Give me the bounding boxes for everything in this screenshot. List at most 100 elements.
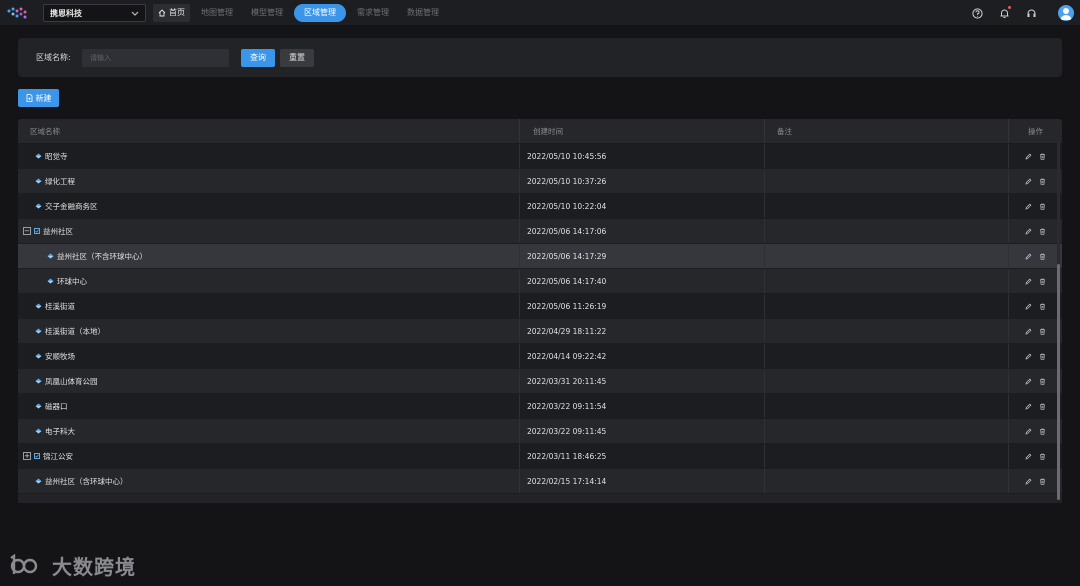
cell-actions [1009,169,1062,193]
new-button[interactable]: 新建 [18,89,59,107]
table-row[interactable]: 益州社区（含环球中心） 2022/02/15 17:14:14 [18,469,1062,494]
delete-icon[interactable] [1039,453,1046,460]
table-row[interactable]: 磁器口 2022/03/22 09:11:54 [18,394,1062,419]
delete-icon[interactable] [1039,278,1046,285]
table-row[interactable]: 交子金融商务区 2022/05/10 10:22:04 [18,194,1062,219]
region-name: 电子科大 [45,426,75,436]
edit-icon[interactable] [1025,303,1032,310]
app-logo[interactable] [4,0,32,26]
cell-actions [1009,219,1062,243]
cell-note [765,394,1009,418]
delete-icon[interactable] [1039,253,1046,260]
edit-icon[interactable] [1025,178,1032,185]
nav-item-label: 需求管理 [357,8,389,17]
table-row[interactable]: 昭觉寺 2022/05/10 10:45:56 [18,144,1062,169]
edit-icon[interactable] [1025,228,1032,235]
region-name: 安顺牧场 [45,351,75,361]
region-name: 锦江公安 [43,451,73,461]
edit-icon[interactable] [1025,403,1032,410]
collapse-icon[interactable]: − [23,227,31,235]
nav-region-management[interactable]: 区域管理 [294,4,346,22]
chevron-down-icon [131,10,139,19]
edit-icon[interactable] [1025,328,1032,335]
table-row[interactable]: 环球中心 2022/05/06 14:17:40 [18,269,1062,294]
region-name-input[interactable] [82,48,229,67]
nav-map-management[interactable]: 地图管理 [194,4,240,22]
edit-icon[interactable] [1025,253,1032,260]
cell-actions [1009,469,1062,493]
region-node-icon [35,328,42,334]
region-name: 益州社区 [43,226,73,236]
cell-note [765,169,1009,193]
column-header-created-time[interactable]: 创建时间 [520,119,765,143]
edit-icon[interactable] [1025,153,1032,160]
column-header-note[interactable]: 备注 [765,119,1009,143]
region-node-icon [35,478,42,484]
edit-icon[interactable] [1025,378,1032,385]
delete-icon[interactable] [1039,403,1046,410]
expand-icon[interactable]: + [23,452,31,460]
table-row[interactable]: 桂溪街道（本地） 2022/04/29 18:11:22 [18,319,1062,344]
table-scrollbar[interactable] [1057,142,1060,500]
checkbox-icon[interactable] [34,228,40,234]
help-icon[interactable] [970,6,984,20]
cell-note [765,244,1009,268]
cell-actions [1009,144,1062,168]
delete-icon[interactable] [1039,203,1046,210]
delete-icon[interactable] [1039,303,1046,310]
org-selector-value: 携恩科技 [50,8,82,18]
table-row[interactable]: 绿化工程 2022/05/10 10:37:26 [18,169,1062,194]
org-selector[interactable]: 携恩科技 [43,4,146,22]
delete-icon[interactable] [1039,378,1046,385]
delete-icon[interactable] [1039,178,1046,185]
table-row[interactable]: 桂溪街道 2022/05/06 11:26:19 [18,294,1062,319]
notification-dot [1008,6,1011,9]
delete-icon[interactable] [1039,428,1046,435]
edit-icon[interactable] [1025,278,1032,285]
cell-region-name: 电子科大 [18,419,520,443]
delete-icon[interactable] [1039,228,1046,235]
checkbox-icon[interactable] [34,453,40,459]
reset-button[interactable]: 重置 [280,48,314,67]
table-row[interactable]: + 锦江公安 2022/03/11 18:46:25 [18,444,1062,469]
cell-note [765,369,1009,393]
edit-icon[interactable] [1025,428,1032,435]
cell-note [765,444,1009,468]
delete-icon[interactable] [1039,153,1046,160]
region-name: 绿化工程 [45,176,75,186]
column-header-region-name[interactable]: 区域名称 [18,119,520,143]
scrollbar-thumb[interactable] [1057,264,1060,500]
cell-created-time: 2022/05/10 10:22:04 [520,194,765,218]
cell-actions [1009,344,1062,368]
avatar[interactable] [1058,5,1074,21]
table-row[interactable]: 安顺牧场 2022/04/14 09:22:42 [18,344,1062,369]
cell-region-name: 绿化工程 [18,169,520,193]
table-row[interactable]: 凤凰山体育公园 2022/03/31 20:11:45 [18,369,1062,394]
query-button[interactable]: 查询 [241,48,275,67]
delete-icon[interactable] [1039,478,1046,485]
delete-icon[interactable] [1039,328,1046,335]
nav-home[interactable]: 首页 [153,4,190,22]
nav-data-management[interactable]: 数据管理 [400,4,446,22]
region-name: 昭觉寺 [45,151,68,161]
table-row[interactable]: 电子科大 2022/03/22 09:11:45 [18,419,1062,444]
nav-model-management[interactable]: 模型管理 [244,4,290,22]
new-button-label: 新建 [35,93,52,103]
main-nav: 首页 地图管理 模型管理 区域管理 需求管理 数据管理 [153,4,450,22]
edit-icon[interactable] [1025,478,1032,485]
table-row[interactable]: − 益州社区 2022/05/06 14:17:06 [18,219,1062,244]
cell-note [765,219,1009,243]
edit-icon[interactable] [1025,353,1032,360]
bell-icon[interactable] [997,6,1011,20]
delete-icon[interactable] [1039,353,1046,360]
edit-icon[interactable] [1025,203,1032,210]
region-name: 桂溪街道（本地） [45,326,105,336]
region-node-icon [47,278,54,284]
nav-demand-management[interactable]: 需求管理 [350,4,396,22]
edit-icon[interactable] [1025,453,1032,460]
headset-icon[interactable] [1024,6,1038,20]
cell-actions [1009,269,1062,293]
table-row[interactable]: 益州社区（不含环球中心） 2022/05/06 14:17:29 [18,244,1062,269]
cell-created-time: 2022/04/14 09:22:42 [520,344,765,368]
top-right-tools [970,0,1080,26]
